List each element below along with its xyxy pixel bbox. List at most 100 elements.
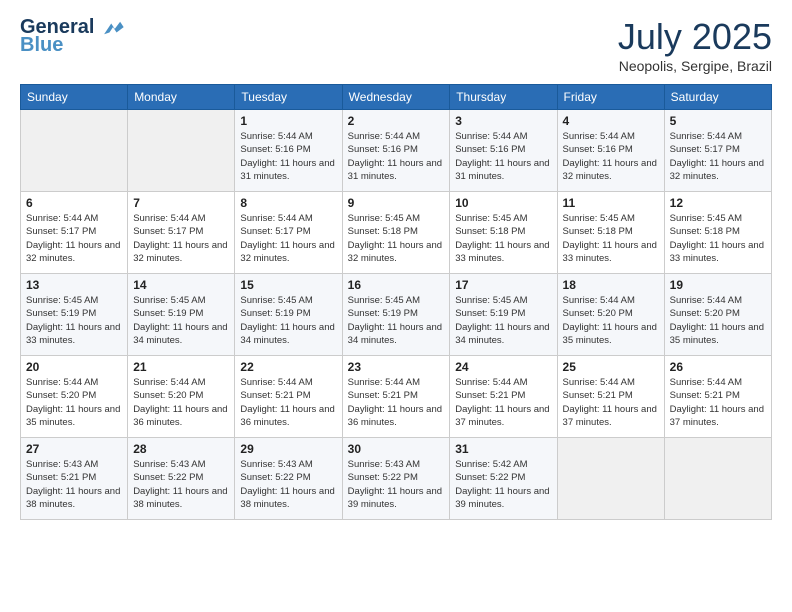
day-number: 23: [348, 360, 445, 374]
day-number: 31: [455, 442, 551, 456]
day-number: 4: [563, 114, 659, 128]
calendar-cell: 12Sunrise: 5:45 AMSunset: 5:18 PMDayligh…: [664, 192, 771, 274]
calendar-cell: 18 Sunrise: 5:44 AMSunset: 5:20 PMDayligh…: [557, 274, 664, 356]
calendar-week-row: 13Sunrise: 5:45 AMSunset: 5:19 PMDayligh…: [21, 274, 772, 356]
calendar-cell: 29 Sunrise: 5:43 AMSunset: 5:22 PMDayligh…: [235, 438, 342, 520]
day-header-thursday: Thursday: [450, 85, 557, 110]
calendar-cell: 11Sunrise: 5:45 AMSunset: 5:18 PMDayligh…: [557, 192, 664, 274]
day-number: 20: [26, 360, 122, 374]
day-number: 22: [240, 360, 336, 374]
calendar-cell: [128, 110, 235, 192]
calendar-cell: 20Sunrise: 5:44 AMSunset: 5:20 PMDayligh…: [21, 356, 128, 438]
calendar-cell: 13Sunrise: 5:45 AMSunset: 5:19 PMDayligh…: [21, 274, 128, 356]
day-number: 8: [240, 196, 336, 210]
day-info: Sunrise: 5:44 AMSunset: 5:17 PMDaylight:…: [240, 212, 336, 265]
calendar-week-row: 1 Sunrise: 5:44 AMSunset: 5:16 PMDaylight…: [21, 110, 772, 192]
calendar-cell: 15 Sunrise: 5:45 AMSunset: 5:19 PMDayligh…: [235, 274, 342, 356]
day-number: 1: [240, 114, 336, 128]
calendar-table: SundayMondayTuesdayWednesdayThursdayFrid…: [20, 84, 772, 520]
location: Neopolis, Sergipe, Brazil: [618, 58, 772, 74]
day-info: Sunrise: 5:45 AMSunset: 5:18 PMDaylight:…: [670, 212, 766, 265]
calendar-cell: 5Sunrise: 5:44 AMSunset: 5:17 PMDaylight…: [664, 110, 771, 192]
day-number: 6: [26, 196, 122, 210]
day-number: 3: [455, 114, 551, 128]
logo-bird-icon: [102, 20, 124, 36]
calendar-cell: [21, 110, 128, 192]
day-number: 10: [455, 196, 551, 210]
day-number: 11: [563, 196, 659, 210]
day-info: Sunrise: 5:44 AMSunset: 5:16 PMDaylight:…: [348, 130, 445, 183]
calendar-cell: 6Sunrise: 5:44 AMSunset: 5:17 PMDaylight…: [21, 192, 128, 274]
day-info: Sunrise: 5:45 AMSunset: 5:19 PMDaylight:…: [240, 294, 336, 347]
day-info: Sunrise: 5:42 AMSunset: 5:22 PMDaylight:…: [455, 458, 551, 511]
day-number: 19: [670, 278, 766, 292]
calendar-cell: 26 Sunrise: 5:44 AMSunset: 5:21 PMDayligh…: [664, 356, 771, 438]
day-info: Sunrise: 5:44 AMSunset: 5:20 PMDaylight:…: [133, 376, 229, 429]
day-info: Sunrise: 5:44 AMSunset: 5:20 PMDaylight:…: [563, 294, 659, 347]
day-number: 17: [455, 278, 551, 292]
calendar-cell: 23 Sunrise: 5:44 AMSunset: 5:21 PMDayligh…: [342, 356, 450, 438]
day-header-monday: Monday: [128, 85, 235, 110]
day-info: Sunrise: 5:45 AMSunset: 5:19 PMDaylight:…: [348, 294, 445, 347]
calendar-cell: 14 Sunrise: 5:45 AMSunset: 5:19 PMDayligh…: [128, 274, 235, 356]
day-number: 24: [455, 360, 551, 374]
day-info: Sunrise: 5:44 AMSunset: 5:16 PMDaylight:…: [240, 130, 336, 183]
calendar-week-row: 20 Sunrise: 5:44 AMSunset: 5:20 PMDayligh…: [21, 356, 772, 438]
page: General Blue July 2025 Neopolis, Sergipe…: [0, 0, 792, 612]
calendar-cell: 16 Sunrise: 5:45 AMSunset: 5:19 PMDayligh…: [342, 274, 450, 356]
calendar-cell: 25 Sunrise: 5:44 AMSunset: 5:21 PMDayligh…: [557, 356, 664, 438]
logo: General Blue: [20, 16, 124, 56]
day-info: Sunrise: 5:45 AMSunset: 5:19 PMDaylight:…: [133, 294, 229, 347]
day-number: 26: [670, 360, 766, 374]
day-info: Sunrise: 5:44 AMSunset: 5:21 PMDaylight:…: [563, 376, 659, 429]
calendar-cell: 4 Sunrise: 5:44 AMSunset: 5:16 PMDaylight…: [557, 110, 664, 192]
calendar-cell: 28 Sunrise: 5:43 AMSunset: 5:22 PMDayligh…: [128, 438, 235, 520]
day-info: Sunrise: 5:44 AMSunset: 5:17 PMDaylight:…: [133, 212, 229, 265]
day-header-tuesday: Tuesday: [235, 85, 342, 110]
calendar-cell: 7Sunrise: 5:44 AMSunset: 5:17 PMDaylight…: [128, 192, 235, 274]
day-info: Sunrise: 5:44 AMSunset: 5:21 PMDaylight:…: [240, 376, 336, 429]
calendar-cell: 27 Sunrise: 5:43 AMSunset: 5:21 PMDayligh…: [21, 438, 128, 520]
day-info: Sunrise: 5:45 AMSunset: 5:18 PMDaylight:…: [348, 212, 445, 265]
day-number: 5: [670, 114, 766, 128]
calendar-cell: 1 Sunrise: 5:44 AMSunset: 5:16 PMDaylight…: [235, 110, 342, 192]
day-number: 25: [563, 360, 659, 374]
day-number: 16: [348, 278, 445, 292]
day-number: 14: [133, 278, 229, 292]
day-info: Sunrise: 5:44 AMSunset: 5:21 PMDaylight:…: [455, 376, 551, 429]
day-number: 27: [26, 442, 122, 456]
day-number: 28: [133, 442, 229, 456]
day-info: Sunrise: 5:43 AMSunset: 5:22 PMDaylight:…: [348, 458, 445, 511]
day-info: Sunrise: 5:45 AMSunset: 5:18 PMDaylight:…: [455, 212, 551, 265]
day-info: Sunrise: 5:44 AMSunset: 5:16 PMDaylight:…: [563, 130, 659, 183]
day-number: 9: [348, 196, 445, 210]
day-info: Sunrise: 5:44 AMSunset: 5:21 PMDaylight:…: [670, 376, 766, 429]
day-info: Sunrise: 5:45 AMSunset: 5:19 PMDaylight:…: [26, 294, 122, 347]
day-info: Sunrise: 5:43 AMSunset: 5:21 PMDaylight:…: [26, 458, 122, 511]
calendar-header-row: SundayMondayTuesdayWednesdayThursdayFrid…: [21, 85, 772, 110]
calendar-cell: 17Sunrise: 5:45 AMSunset: 5:19 PMDayligh…: [450, 274, 557, 356]
logo-blue-text: Blue: [20, 34, 63, 56]
day-info: Sunrise: 5:44 AMSunset: 5:21 PMDaylight:…: [348, 376, 445, 429]
day-number: 18: [563, 278, 659, 292]
calendar-cell: [557, 438, 664, 520]
day-info: Sunrise: 5:43 AMSunset: 5:22 PMDaylight:…: [240, 458, 336, 511]
day-info: Sunrise: 5:43 AMSunset: 5:22 PMDaylight:…: [133, 458, 229, 511]
calendar-week-row: 27 Sunrise: 5:43 AMSunset: 5:21 PMDayligh…: [21, 438, 772, 520]
day-info: Sunrise: 5:44 AMSunset: 5:20 PMDaylight:…: [670, 294, 766, 347]
title-block: July 2025 Neopolis, Sergipe, Brazil: [618, 16, 772, 74]
calendar-cell: 19 Sunrise: 5:44 AMSunset: 5:20 PMDayligh…: [664, 274, 771, 356]
day-number: 29: [240, 442, 336, 456]
day-header-wednesday: Wednesday: [342, 85, 450, 110]
day-header-friday: Friday: [557, 85, 664, 110]
calendar-cell: 3Sunrise: 5:44 AMSunset: 5:16 PMDaylight…: [450, 110, 557, 192]
day-number: 21: [133, 360, 229, 374]
month-title: July 2025: [618, 16, 772, 58]
calendar-cell: 22 Sunrise: 5:44 AMSunset: 5:21 PMDayligh…: [235, 356, 342, 438]
header: General Blue July 2025 Neopolis, Sergipe…: [20, 16, 772, 74]
calendar-cell: 30Sunrise: 5:43 AMSunset: 5:22 PMDayligh…: [342, 438, 450, 520]
calendar-cell: [664, 438, 771, 520]
day-number: 2: [348, 114, 445, 128]
day-header-saturday: Saturday: [664, 85, 771, 110]
day-number: 15: [240, 278, 336, 292]
